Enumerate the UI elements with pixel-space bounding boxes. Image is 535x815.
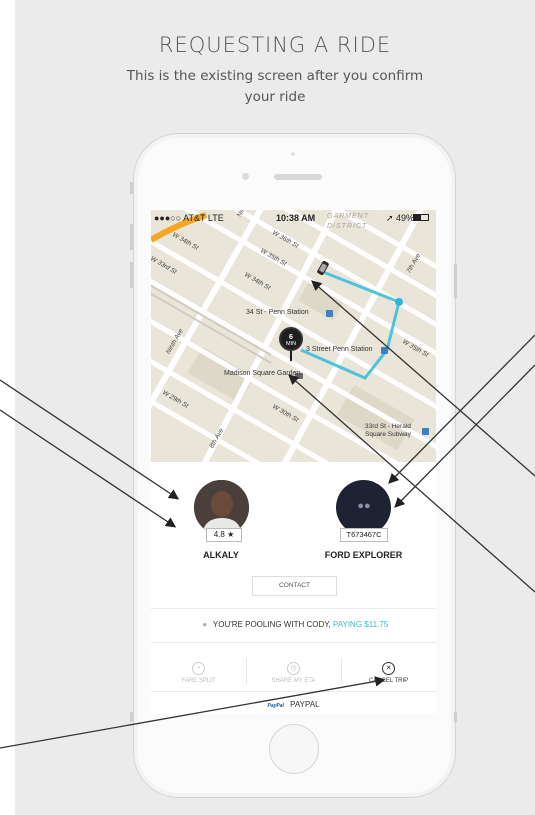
battery-icon [413, 214, 429, 221]
share-eta-label: SHARE MY ETA [271, 678, 316, 684]
divider-top [151, 608, 436, 609]
map-view[interactable]: GARMENT DISTRICT Nint W 36th St W 35th S… [151, 210, 436, 520]
fare-split-label: FARE SPLIT [181, 678, 216, 684]
carrier-label: ●●●○○ AT&T LTE [154, 213, 224, 223]
volume-down-button [130, 262, 133, 288]
paypal-logo: PayPal [267, 703, 284, 709]
cancel-trip-button[interactable]: ✕ CANCEL TRIP [341, 662, 436, 684]
map-label-msg: Madison Square Garden [224, 370, 301, 377]
eta-value: 6 [289, 334, 293, 341]
eta-unit: MIN [285, 341, 297, 347]
driver-photo [194, 480, 249, 535]
status-bar: ●●●○○ AT&T LTE 10:38 AM ➚ 49% [151, 210, 436, 226]
pool-info: ● YOU'RE POOLING WITH CODY, PAYING $11.7… [151, 620, 436, 629]
divider-mid [151, 642, 436, 643]
map-label-station1: 34 St - Penn Station [246, 309, 309, 316]
power-button [454, 264, 457, 298]
contact-button[interactable]: CONTACT [252, 576, 337, 596]
fare-split-button[interactable]: ◔ FARE SPLIT [151, 662, 246, 684]
front-camera [242, 173, 249, 180]
payment-method[interactable]: PayPal PAYPAL [151, 700, 436, 709]
map-label-herald: 33rd St - Herald Square Subway [365, 423, 411, 438]
divider-bottom [151, 691, 436, 692]
close-icon: ✕ [382, 662, 395, 675]
driver-rating: 4.8 ★ [206, 528, 242, 542]
speaker-grille [274, 174, 322, 180]
eta-pin [290, 351, 292, 361]
battery-label: ➚ 49% [386, 213, 415, 223]
side-mark-right [454, 712, 457, 722]
clock-label: 10:38 AM [276, 213, 316, 223]
presentation-board: REQUESTING A RIDE This is the existing s… [15, 0, 535, 815]
page-title: REQUESTING A RIDE [158, 33, 392, 57]
pool-text: YOU'RE POOLING WITH CODY, [212, 620, 331, 629]
map-label-station2: 3 Street Penn Station [306, 346, 373, 353]
app-screen: GARMENT DISTRICT Nint W 36th St W 35th S… [151, 210, 436, 714]
pool-paying: PAYING $11.75 [333, 620, 389, 629]
page-subtitle: This is the existing screen after you co… [126, 68, 424, 105]
license-plate: T673467C [340, 528, 388, 542]
side-mark-left [130, 712, 133, 722]
driver-avatar[interactable] [194, 480, 249, 535]
pie-chart-icon: ◔ [192, 662, 205, 675]
home-button[interactable] [269, 724, 319, 774]
pickup-dot [395, 298, 403, 306]
vehicle-avatar[interactable]: ●● [336, 480, 391, 535]
people-icon: ●● [357, 500, 371, 512]
driver-name: ALKALY [203, 550, 239, 560]
cancel-trip-label: CANCEL TRIP [368, 678, 409, 684]
share-eta-button[interactable]: ◷ SHARE MY ETA [246, 662, 341, 684]
eta-badge: 6 MIN [279, 327, 303, 351]
vehicle-model: FORD EXPLORER [324, 550, 403, 560]
volume-up-button [130, 224, 133, 250]
sensor-dot [291, 152, 295, 156]
payment-label: PAYPAL [290, 700, 320, 709]
mute-switch [130, 182, 133, 194]
phone-frame: GARMENT DISTRICT Nint W 36th St W 35th S… [130, 133, 457, 798]
clock-icon: ◷ [287, 662, 300, 675]
people-icon: ● [202, 620, 208, 629]
